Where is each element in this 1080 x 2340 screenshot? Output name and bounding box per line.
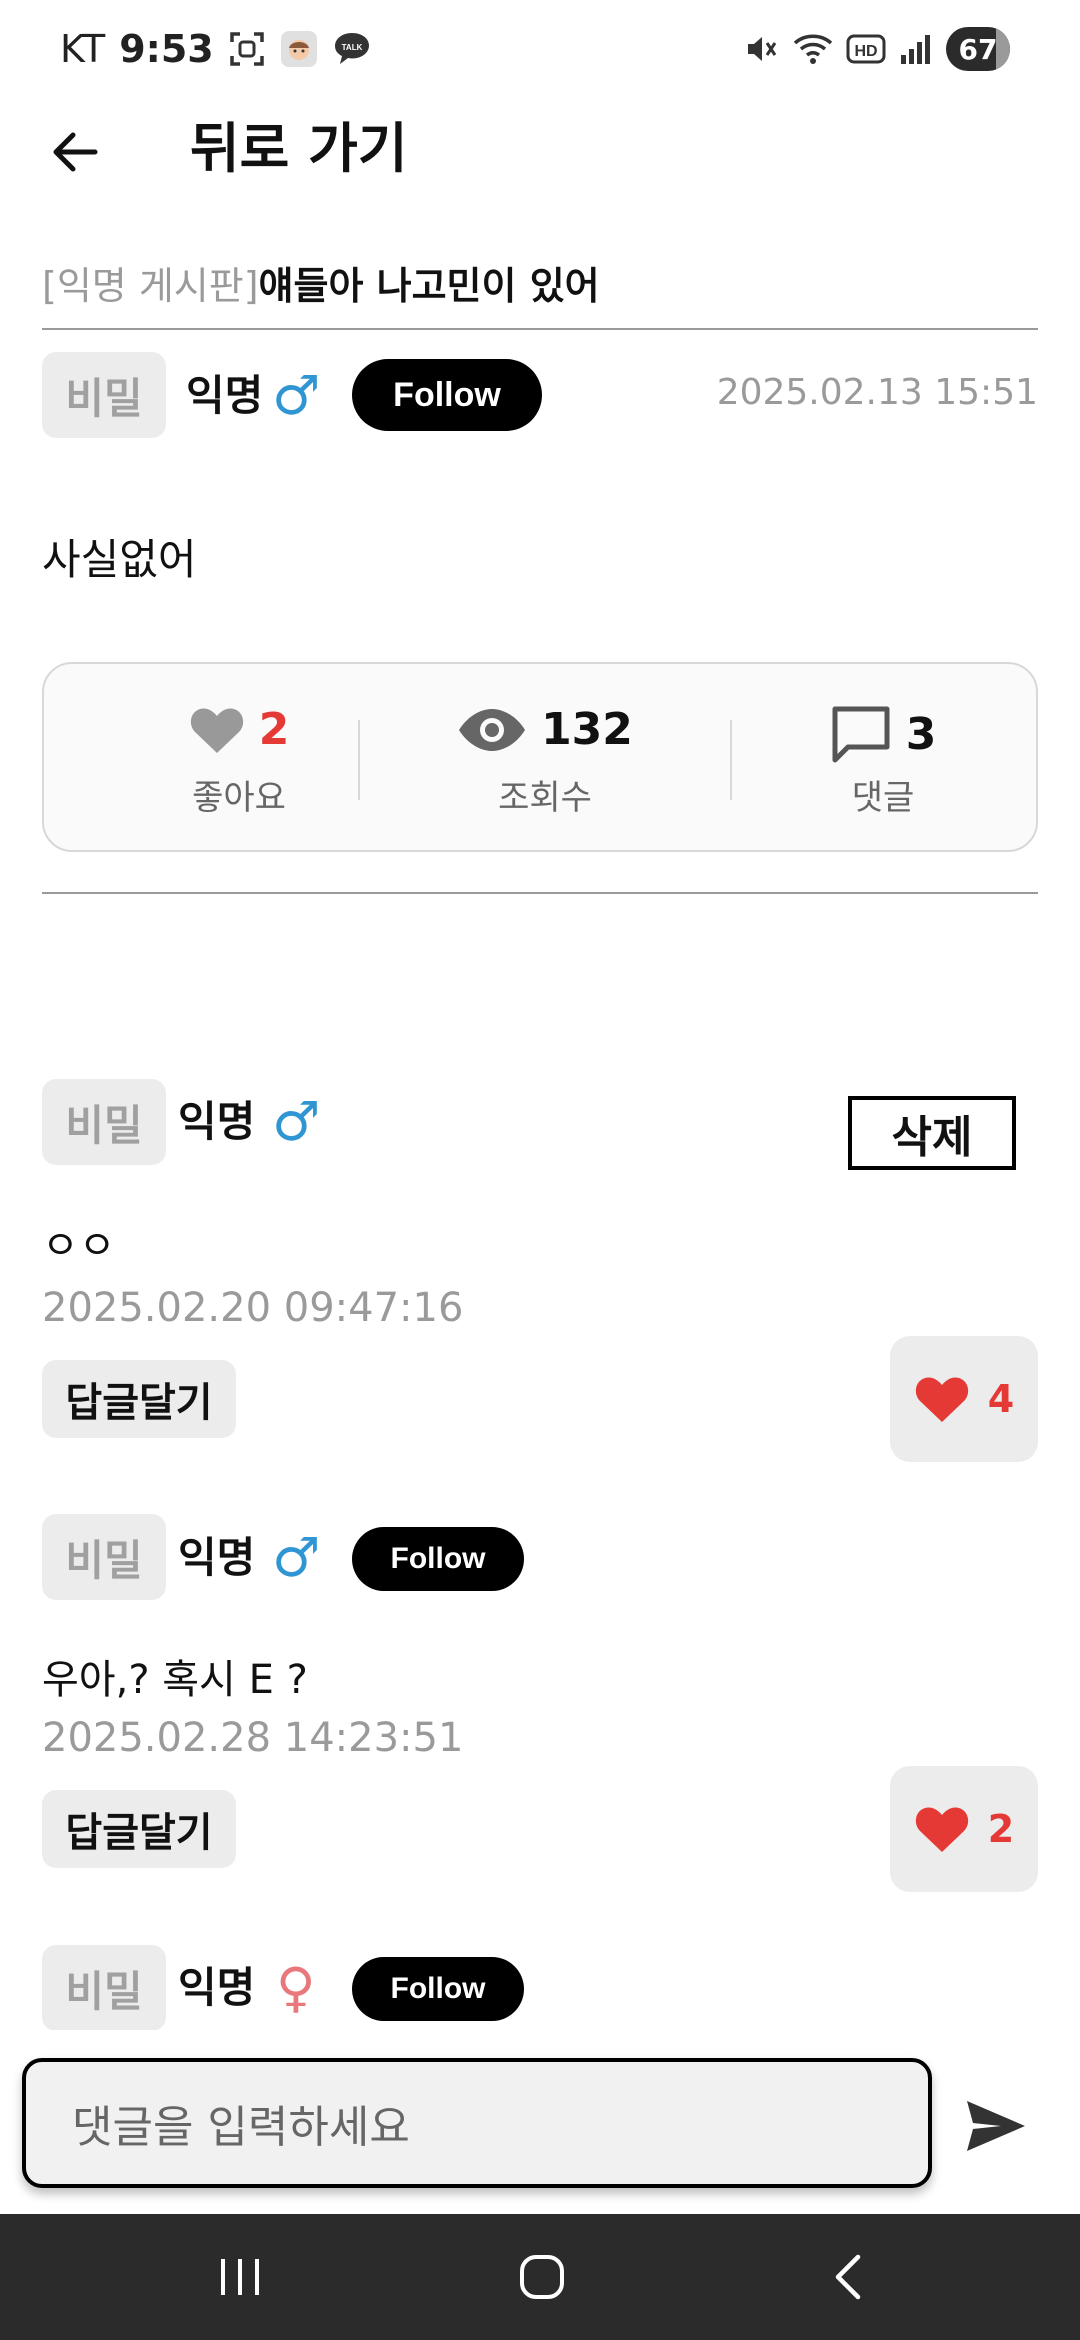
back-button[interactable]	[42, 120, 106, 184]
follow-button[interactable]: Follow	[352, 1957, 524, 2021]
carrier-label: KT	[60, 27, 106, 71]
comment-like-count: 2	[987, 1807, 1015, 1851]
views-label: 조회수	[498, 778, 592, 818]
follow-button[interactable]: Follow	[352, 1527, 524, 1591]
comment-author: 익명	[178, 1533, 256, 1582]
comment-date: 2025.02.28 14:23:51	[42, 1715, 464, 1761]
back-icon[interactable]	[808, 2242, 888, 2312]
comments-label: 댓글	[851, 778, 915, 818]
clock: 9:53	[119, 27, 214, 71]
heart-icon	[190, 707, 243, 753]
send-button[interactable]	[960, 2090, 1032, 2162]
comment-like-button[interactable]: 2	[890, 1766, 1038, 1892]
stat-views: 132 조회수	[380, 664, 710, 850]
home-icon[interactable]	[502, 2242, 582, 2312]
male-gender-icon: ♂	[272, 364, 321, 427]
comment-like-button[interactable]: 4	[890, 1336, 1038, 1462]
post-body: 사실없어	[42, 535, 197, 584]
stat-comments: 3 댓글	[718, 664, 1048, 850]
post-title: [익명 게시판]얘들아 나고민이 있어	[42, 256, 600, 316]
heart-icon	[915, 1377, 968, 1422]
secret-badge: 비밀	[42, 1945, 166, 2031]
male-gender-icon: ♂	[272, 1526, 321, 1589]
follow-button[interactable]: Follow	[352, 359, 542, 431]
reply-button[interactable]: 답글달기	[42, 1360, 236, 1438]
secret-badge: 비밀	[42, 1514, 166, 1600]
comments-count: 3	[905, 708, 937, 760]
comment-input-bar: 댓글을 입력하세요	[0, 2030, 1080, 2214]
talk-icon: TALK	[332, 30, 372, 68]
comment-author: 익명	[178, 1097, 256, 1146]
likes-label: 좋아요	[192, 778, 286, 818]
secret-badge: 비밀	[42, 352, 166, 438]
divider	[42, 328, 1038, 330]
battery-icon: 67	[946, 27, 1010, 71]
status-left: KT 9:53 TALK	[60, 24, 372, 74]
recents-icon[interactable]	[200, 2242, 280, 2312]
battery-level: 67	[958, 32, 998, 66]
comment-author: 익명	[178, 1963, 256, 2012]
send-icon	[967, 2101, 1025, 2151]
views-count: 132	[541, 704, 633, 755]
eye-icon	[459, 708, 526, 751]
female-gender-icon: ♀	[276, 1956, 316, 2019]
post-author: 익명	[186, 371, 264, 420]
comment-icon	[832, 706, 890, 763]
comment-like-count: 4	[987, 1377, 1015, 1421]
post-stats: 2 좋아요 132 조회수 3 댓글	[42, 662, 1038, 852]
signal-icon	[898, 31, 934, 67]
status-right: HD 67	[742, 24, 1010, 74]
reply-button[interactable]: 답글달기	[42, 1790, 236, 1868]
page-title: 뒤로 가기	[190, 117, 408, 180]
system-nav-bar	[0, 2214, 1080, 2340]
post-title-text: 얘들아 나고민이 있어	[258, 264, 600, 308]
arrow-left-icon	[53, 132, 98, 172]
hd-label: HD	[854, 43, 877, 60]
avatar-icon	[280, 30, 318, 68]
delete-button[interactable]: 삭제	[848, 1096, 1016, 1170]
mute-icon	[742, 30, 780, 68]
comment-text: 우아,? 혹시 E ?	[42, 1657, 308, 1703]
comment-text: ㅇㅇ	[42, 1223, 116, 1269]
divider	[42, 892, 1038, 894]
app-header: 뒤로 가기	[0, 100, 1080, 200]
talk-label: TALK	[341, 43, 362, 52]
board-label: [익명 게시판]	[42, 264, 259, 308]
status-bar: KT 9:53 TALK HD 67	[0, 0, 1080, 96]
post-date: 2025.02.13 15:51	[716, 372, 1038, 413]
hd-icon: HD	[846, 32, 886, 66]
stat-divider	[358, 720, 360, 800]
stat-likes[interactable]: 2 좋아요	[74, 664, 404, 850]
likes-count: 2	[258, 704, 290, 755]
screenshot-icon	[228, 30, 266, 68]
comment-date: 2025.02.20 09:47:16	[42, 1285, 464, 1331]
heart-icon	[915, 1807, 968, 1852]
comment-input[interactable]: 댓글을 입력하세요	[22, 2058, 932, 2188]
wifi-icon	[792, 30, 834, 68]
secret-badge: 비밀	[42, 1079, 166, 1165]
male-gender-icon: ♂	[272, 1090, 321, 1153]
